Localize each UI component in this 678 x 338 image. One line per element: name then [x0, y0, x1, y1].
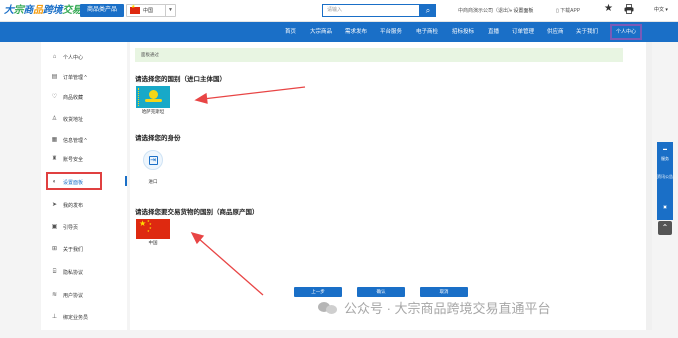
bookmark-icon[interactable]: ▣ [657, 204, 673, 209]
floating-toolbar: ▬ 服务 资讯公告 ▣ [657, 142, 673, 220]
arrow-to-china [190, 231, 264, 296]
service-label[interactable]: 服务 [657, 156, 673, 162]
back-to-top-icon[interactable]: ⌃ [658, 221, 672, 235]
news-label[interactable]: 资讯公告 [657, 174, 673, 180]
arrow-to-kazakhstan [194, 86, 306, 104]
annotation-arrows [190, 86, 306, 296]
watermark: 公众号 · 大宗商品跨境交易直通平台 [318, 298, 551, 317]
watermark-text: 公众号 · 大宗商品跨境交易直通平台 [344, 301, 551, 316]
wechat-icon [318, 301, 338, 315]
service-icon[interactable]: ▬ [657, 146, 673, 151]
